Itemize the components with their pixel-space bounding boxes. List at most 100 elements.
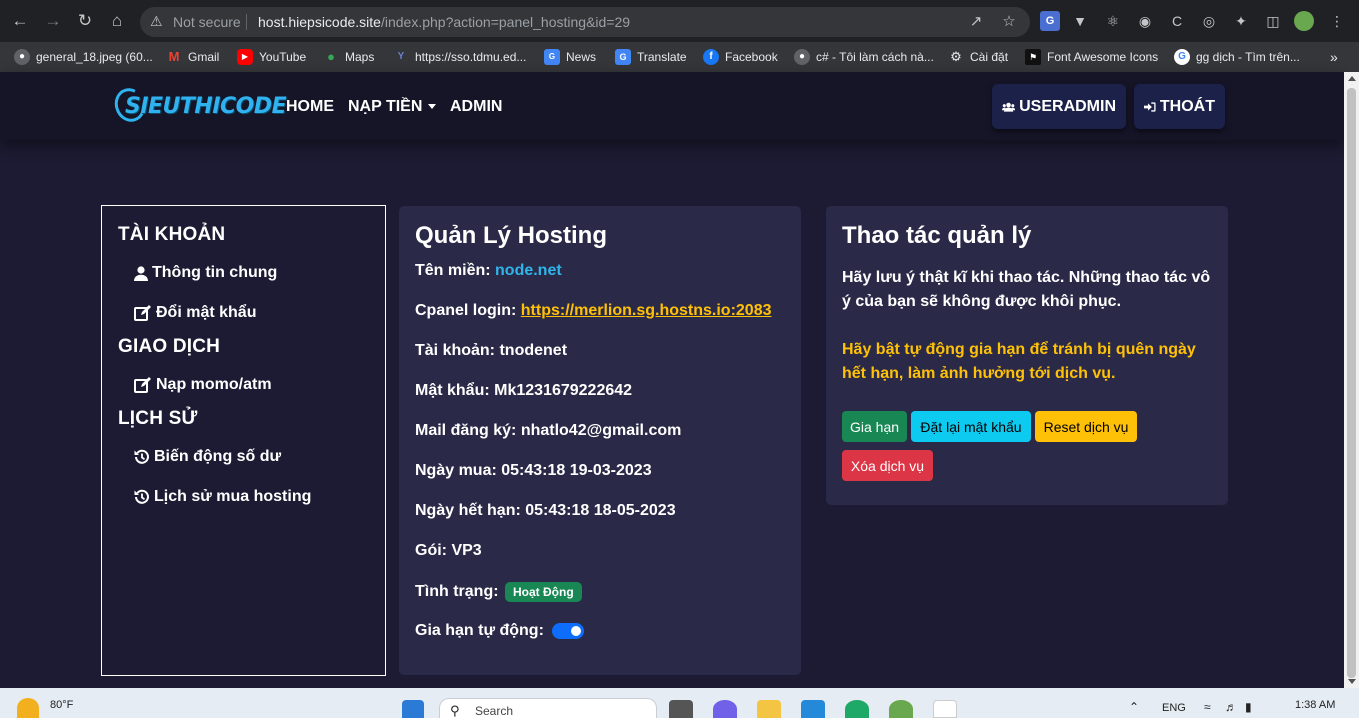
profile-avatar-icon[interactable]	[1294, 11, 1314, 31]
translate-icon: G	[615, 49, 631, 65]
home-icon[interactable]: ⌂	[107, 11, 127, 31]
puzzle-extensions-icon[interactable]: ✦	[1231, 11, 1251, 31]
sidepanel-icon[interactable]: ◫	[1263, 11, 1283, 31]
buy-date-value: 05:43:18 19-03-2023	[501, 462, 652, 479]
google-translate-extension-icon[interactable]: G	[1040, 11, 1060, 31]
chrome-profile-icon[interactable]	[889, 700, 913, 718]
bookmark-item[interactable]: Yhttps://sso.tdmu.ed...	[393, 48, 527, 66]
news-icon: G	[544, 49, 560, 65]
domain-value[interactable]: node.net	[495, 262, 562, 279]
taskbar-search[interactable]: ⚲ Search	[439, 698, 657, 718]
bookmark-item[interactable]: f Facebook	[703, 48, 778, 66]
domain-label: Tên miền:	[415, 262, 491, 279]
forward-arrow-icon[interactable]: →	[43, 11, 63, 31]
edit-icon	[134, 305, 151, 321]
address-bar[interactable]: ⚠ Not secure host.hiepsicode.site/index.…	[140, 7, 1030, 37]
nav-nap-tien[interactable]: NẠP TIỀN	[348, 98, 437, 116]
scroll-thumb[interactable]	[1347, 88, 1356, 678]
react-devtools-icon[interactable]: ⚛	[1103, 11, 1123, 31]
reset-service-button[interactable]: Reset dịch vụ	[1035, 411, 1137, 442]
cpanel-row: Cpanel login: https://merlion.sg.hostns.…	[415, 302, 771, 320]
globe-icon: ●	[14, 49, 30, 65]
weather-temp[interactable]: 80°F	[50, 699, 73, 711]
reset-password-button[interactable]: Đặt lại mật khẩu	[911, 411, 1031, 442]
extension-icon[interactable]: ◉	[1135, 11, 1155, 31]
bookmark-item[interactable]: ● c# - Tôi làm cách nà...	[794, 48, 934, 66]
chevron-up-icon[interactable]: ⌃	[1129, 700, 1139, 714]
edge-icon[interactable]	[845, 700, 869, 718]
bookmark-item[interactable]: ● general_18.jpeg (60...	[14, 48, 153, 66]
google-icon: G	[1174, 49, 1190, 65]
file-explorer-icon[interactable]	[757, 700, 781, 718]
bookmark-label: YouTube	[259, 50, 307, 64]
sidebar-item-label: Lịch sử mua hosting	[154, 488, 312, 505]
weather-icon[interactable]	[17, 698, 39, 718]
windows-start-icon[interactable]	[402, 700, 424, 718]
bookmark-item[interactable]: ▶ YouTube	[237, 48, 306, 66]
bookmark-item[interactable]: ⚑ Font Awesome Icons	[1025, 48, 1158, 66]
bookmark-item[interactable]: Ggg dịch - Tìm trên...	[1174, 48, 1300, 66]
management-actions-card: Thao tác quản lý Hãy lưu ý thật kĩ khi t…	[826, 206, 1228, 505]
page-scrollbar[interactable]	[1344, 72, 1359, 688]
nav-admin[interactable]: ADMIN	[450, 98, 502, 116]
mail-label: Mail đăng ký:	[415, 422, 517, 439]
sidebar-item-nap-momo[interactable]: Nạp momo/atm	[134, 376, 272, 394]
teams-icon[interactable]	[713, 700, 737, 718]
bookmark-item[interactable]: ⚙ Cài đặt	[948, 48, 1008, 66]
tdmu-icon: Y	[397, 51, 405, 62]
renew-button[interactable]: Gia hạn	[842, 411, 907, 442]
users-icon	[1002, 102, 1016, 112]
vue-devtools-icon[interactable]: ▼	[1070, 11, 1090, 31]
scroll-up-arrow-icon[interactable]	[1348, 76, 1356, 81]
url-path: /index.php?action=panel_hosting&id=29	[380, 14, 631, 30]
expiry-value: 05:43:18 18-05-2023	[525, 502, 676, 519]
expiry-label: Ngày hết hạn:	[415, 502, 521, 519]
bookmark-star-icon[interactable]: ☆	[999, 12, 1019, 32]
volume-icon[interactable]: ♬	[1225, 700, 1237, 714]
logout-button[interactable]: THOÁT	[1134, 84, 1225, 129]
url-text[interactable]: host.hiepsicode.site/index.php?action=pa…	[258, 14, 630, 30]
sidebar-item-doi-mat-khau[interactable]: Đổi mật khẩu	[134, 304, 256, 322]
globe-icon: ●	[794, 49, 810, 65]
scroll-down-arrow-icon[interactable]	[1348, 679, 1356, 684]
sign-in-icon	[1144, 101, 1156, 112]
back-arrow-icon[interactable]: ←	[10, 11, 30, 31]
not-secure-label[interactable]: Not secure	[173, 14, 241, 30]
warning-icon[interactable]: ⚠	[150, 13, 163, 30]
sidebar-item-thong-tin-chung[interactable]: Thông tin chung	[134, 264, 277, 282]
reload-icon[interactable]: ↻	[75, 11, 95, 31]
language-indicator[interactable]: ENG	[1162, 702, 1186, 714]
buy-date-row: Ngày mua: 05:43:18 19-03-2023	[415, 462, 652, 480]
record-extension-icon[interactable]: ◎	[1199, 11, 1219, 31]
vscode-icon[interactable]	[801, 700, 825, 718]
gear-icon: ⚙	[950, 49, 962, 64]
bookmark-item[interactable]: ● Maps	[323, 48, 374, 66]
sidebar-item-label: Đổi mật khẩu	[156, 304, 257, 321]
cpanel-login-link[interactable]: https://merlion.sg.hostns.io:2083	[521, 302, 772, 319]
bookmark-item[interactable]: G Translate	[615, 48, 687, 66]
bookmark-item[interactable]: G News	[544, 48, 596, 66]
bookmark-item[interactable]: M Gmail	[166, 48, 220, 66]
code-extension-icon[interactable]: C	[1167, 11, 1187, 31]
share-icon[interactable]: ↗	[966, 12, 986, 32]
snipping-tool-icon[interactable]	[933, 700, 957, 718]
site-logo[interactable]: SIEUTHICODE	[110, 83, 287, 127]
sidebar-item-label: Biến động số dư	[154, 448, 282, 465]
auto-renew-toggle[interactable]	[552, 622, 585, 639]
hosting-info-card: Quản Lý Hosting Tên miền: node.net Cpane…	[399, 206, 801, 675]
clock-time[interactable]: 1:38 AM	[1295, 699, 1335, 711]
more-bookmarks-button[interactable]: »	[1330, 48, 1338, 66]
wifi-icon[interactable]: ≈	[1204, 700, 1211, 714]
battery-icon[interactable]: ▮	[1245, 700, 1252, 714]
nav-home[interactable]: HOME	[286, 98, 334, 116]
bookmark-label: general_18.jpeg (60...	[36, 50, 153, 64]
browser-menu-icon[interactable]: ⋮	[1327, 11, 1347, 31]
user-account-button[interactable]: USERADMIN	[992, 84, 1126, 129]
sidebar-item-lich-su-mua-hosting[interactable]: Lịch sử mua hosting	[134, 488, 311, 506]
delete-service-button[interactable]: Xóa dịch vụ	[842, 450, 933, 481]
bookmark-label: News	[566, 50, 597, 64]
task-view-icon[interactable]	[669, 700, 693, 718]
site-navbar: SIEUTHICODE HOME NẠP TIỀN ADMIN USERADMI…	[0, 72, 1344, 140]
bookmark-label: gg dịch - Tìm trên...	[1196, 50, 1300, 64]
sidebar-item-bien-dong-so-du[interactable]: Biến động số dư	[134, 448, 281, 466]
